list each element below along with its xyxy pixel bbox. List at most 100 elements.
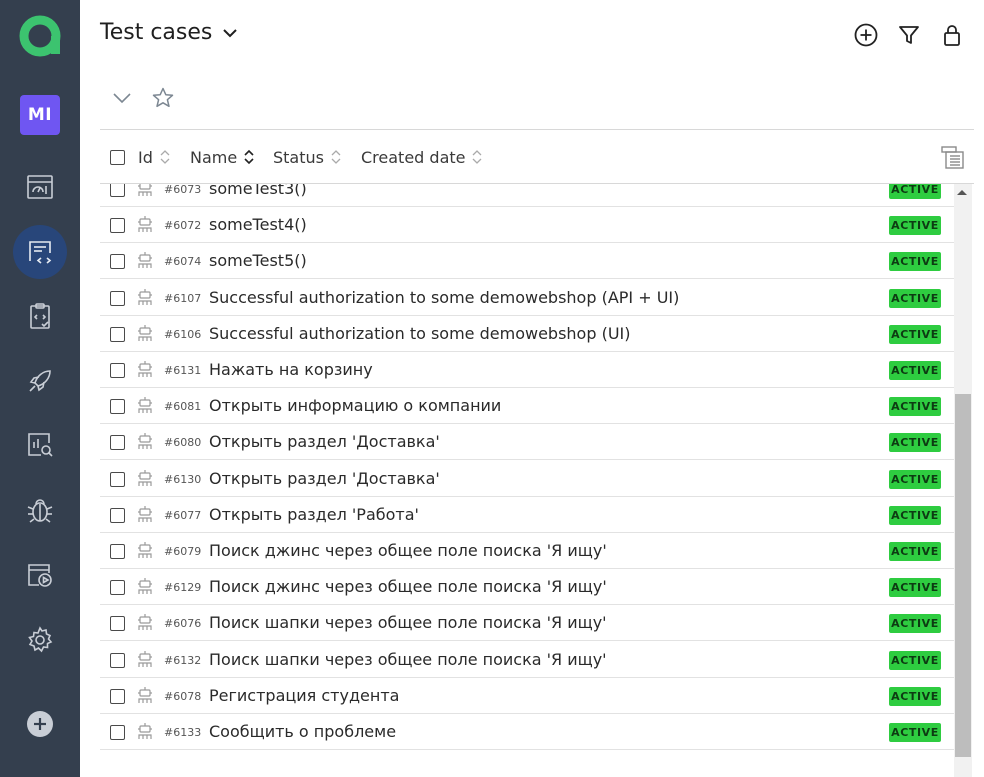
automated-test-icon	[137, 396, 153, 414]
test-case-name[interactable]: Поиск шапки через общее поле поиска 'Я и…	[209, 650, 607, 669]
scrollbar[interactable]	[954, 184, 972, 777]
test-plans-icon[interactable]	[13, 289, 67, 343]
scrollbar-thumb[interactable]	[955, 394, 971, 757]
test-case-name[interactable]: Поиск джинс через общее поле поиска 'Я и…	[209, 577, 607, 596]
row-checkbox[interactable]	[110, 363, 125, 378]
test-case-id: #6072	[164, 219, 202, 233]
test-case-name[interactable]: someTest5()	[209, 251, 307, 270]
table-row[interactable]: #6078 Регистрация студента ACTIVE	[100, 678, 954, 714]
table-row[interactable]: #6081 Открыть информацию о компании ACTIVE	[100, 388, 954, 425]
app-logo-icon[interactable]	[18, 14, 62, 58]
status-badge: ACTIVE	[889, 252, 941, 272]
table-row[interactable]: #6077 Открыть раздел 'Работа' ACTIVE	[100, 497, 954, 533]
column-header-created-date[interactable]: Created date	[361, 147, 483, 167]
row-checkbox[interactable]	[110, 652, 125, 668]
column-header-status[interactable]: Status	[273, 147, 342, 167]
status-badge: ACTIVE	[889, 433, 941, 453]
lock-icon[interactable]	[939, 22, 965, 48]
test-case-name[interactable]: Сообщить о проблеме	[209, 722, 396, 741]
row-checkbox[interactable]	[110, 435, 125, 451]
row-checkbox[interactable]	[110, 688, 125, 704]
dashboard-icon[interactable]	[13, 160, 67, 214]
test-case-name[interactable]: someTest3()	[209, 184, 307, 198]
row-checkbox[interactable]	[110, 218, 125, 234]
automated-test-icon	[137, 613, 153, 631]
test-case-name[interactable]: someTest4()	[209, 215, 307, 234]
table-row[interactable]: #6074 someTest5() ACTIVE	[100, 243, 954, 280]
test-case-name[interactable]: Successful authorization to some demoweb…	[209, 288, 679, 307]
table-row[interactable]: #6076 Поиск шапки через общее поле поиска…	[100, 605, 954, 642]
scroll-up-arrow-icon[interactable]	[957, 190, 967, 195]
column-header-id[interactable]: Id	[138, 147, 171, 167]
automated-test-icon	[137, 722, 153, 740]
table-row[interactable]: #6132 Поиск шапки через общее поле поиска…	[100, 642, 954, 678]
row-checkbox[interactable]	[110, 399, 125, 415]
test-case-id: #6074	[164, 255, 202, 269]
collapse-chevron-icon[interactable]	[110, 86, 134, 110]
row-checkbox[interactable]	[110, 580, 125, 596]
row-checkbox[interactable]	[110, 471, 125, 487]
analytics-icon[interactable]	[13, 418, 67, 472]
filter-icon[interactable]	[896, 22, 922, 48]
column-header-id-label: Id	[138, 147, 153, 167]
test-case-name[interactable]: Открыть раздел 'Доставка'	[209, 432, 440, 451]
test-case-name[interactable]: Открыть информацию о компании	[209, 396, 501, 415]
automated-test-icon	[137, 215, 153, 233]
table-row[interactable]: #6129 Поиск джинс через общее поле поиска…	[100, 569, 954, 606]
table-row[interactable]: #6133 Сообщить о проблеме ACTIVE	[100, 714, 954, 750]
column-header-name-label: Name	[190, 147, 238, 167]
test-cases-list: #6073 someTest3() ACTIVE #6072 someTest4() AC…	[100, 184, 954, 752]
row-checkbox[interactable]	[110, 616, 125, 632]
test-case-name[interactable]: Поиск джинс через общее поле поиска 'Я и…	[209, 541, 607, 560]
launches-icon[interactable]	[13, 354, 67, 408]
table-row[interactable]: #6130 Открыть раздел 'Доставка' ACTIVE	[100, 461, 954, 497]
status-badge: ACTIVE	[889, 184, 941, 199]
table-row[interactable]: #6072 someTest4() ACTIVE	[100, 207, 954, 244]
table-row[interactable]: #6080 Открыть раздел 'Доставка' ACTIVE	[100, 424, 954, 461]
automated-test-icon	[137, 251, 153, 269]
test-case-name[interactable]: Successful authorization to some demoweb…	[209, 324, 631, 343]
test-case-id: #6079	[164, 545, 202, 558]
select-all-checkbox[interactable]	[110, 150, 125, 165]
automated-test-icon	[137, 577, 153, 595]
table-row[interactable]: #6079 Поиск джинс через общее поле поиска…	[100, 533, 954, 569]
test-case-id: #6106	[164, 327, 202, 341]
table-row[interactable]: #6106 Successful authorization to some de…	[100, 316, 954, 352]
page-title[interactable]: Test cases	[100, 20, 240, 45]
table-row[interactable]: #6073 someTest3() ACTIVE	[100, 184, 954, 207]
user-avatar[interactable]: MI	[20, 95, 60, 135]
settings-icon[interactable]	[13, 613, 67, 667]
row-checkbox[interactable]	[110, 544, 125, 559]
test-case-name[interactable]: Поиск шапки через общее поле поиска 'Я и…	[209, 613, 607, 632]
test-case-id: #6130	[164, 472, 202, 486]
jobs-icon[interactable]	[13, 548, 67, 602]
sort-icon	[244, 149, 254, 165]
table-row[interactable]: #6131 Нажать на корзину ACTIVE	[100, 352, 954, 388]
column-header-created-date-label: Created date	[361, 147, 466, 167]
table-row[interactable]: #6107 Successful authorization to some de…	[100, 280, 954, 316]
add-test-case-icon[interactable]	[853, 22, 879, 48]
row-checkbox[interactable]	[110, 725, 125, 740]
row-checkbox[interactable]	[110, 254, 125, 270]
row-checkbox[interactable]	[110, 507, 125, 523]
test-case-name[interactable]: Открыть раздел 'Доставка'	[209, 469, 440, 488]
status-badge: ACTIVE	[889, 288, 941, 308]
row-checkbox[interactable]	[110, 326, 125, 342]
test-case-id: #6132	[164, 653, 202, 667]
test-case-name[interactable]: Регистрация студента	[209, 686, 399, 705]
test-case-id: #6129	[164, 581, 202, 595]
test-cases-icon[interactable]	[13, 225, 67, 279]
status-badge: ACTIVE	[889, 578, 941, 598]
automated-test-icon	[137, 650, 153, 668]
defects-icon[interactable]	[13, 483, 67, 537]
column-settings-icon[interactable]	[940, 144, 966, 170]
automated-test-icon	[137, 360, 153, 378]
automated-test-icon	[137, 505, 153, 523]
star-icon[interactable]	[151, 86, 175, 110]
row-checkbox[interactable]	[110, 290, 125, 306]
test-case-name[interactable]: Открыть раздел 'Работа'	[209, 505, 419, 524]
column-header-name[interactable]: Name	[190, 147, 255, 167]
test-case-name[interactable]: Нажать на корзину	[209, 360, 373, 379]
add-project-icon[interactable]	[13, 697, 67, 751]
row-checkbox[interactable]	[110, 184, 125, 197]
